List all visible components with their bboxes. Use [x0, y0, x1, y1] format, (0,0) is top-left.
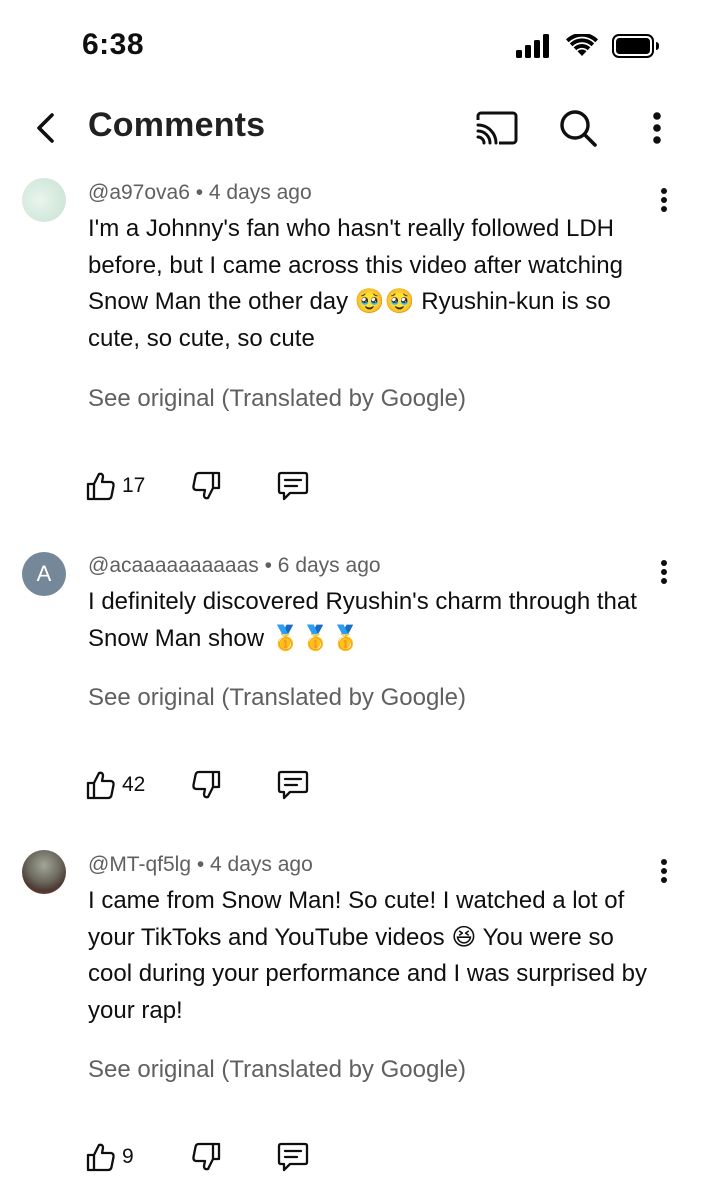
comment-actions: 42	[86, 765, 346, 805]
comment-text: I definitely discovered Ryushin's charm …	[88, 588, 637, 652]
more-vert-icon	[653, 112, 661, 144]
thumbs-down-icon	[192, 770, 221, 799]
thumbs-up-icon	[86, 771, 115, 800]
reply-button[interactable]	[274, 767, 312, 803]
more-vert-icon	[661, 188, 667, 212]
more-vert-icon	[661, 859, 667, 883]
comment-meta[interactable]: @acaaaaaaaaaas • 6 days ago	[88, 554, 381, 578]
reply-button[interactable]	[274, 1139, 312, 1175]
more-vert-icon	[661, 560, 667, 584]
cast-icon	[476, 111, 518, 145]
back-button[interactable]	[26, 106, 66, 150]
comment-meta[interactable]: @MT-qf5lg • 4 days ago	[88, 853, 313, 877]
status-time: 6:38	[82, 28, 145, 61]
like-count: 17	[122, 474, 146, 497]
reply-comment-icon	[277, 770, 309, 800]
cast-button[interactable]	[474, 108, 520, 148]
comment-text: I'm a Johnny's fan who hasn't really fol…	[88, 215, 623, 352]
more-options-button[interactable]	[640, 106, 674, 150]
comment-text: I came from Snow Man! So cute! I watched…	[88, 887, 647, 1024]
battery-icon	[612, 34, 660, 63]
back-icon	[37, 113, 54, 143]
signal-icon	[516, 34, 552, 63]
avatar[interactable]: A	[22, 552, 66, 596]
see-original-link[interactable]: See original (Translated by Google)	[88, 684, 466, 712]
comment-meta[interactable]: @a97ova6 • 4 days ago	[88, 181, 312, 205]
thumbs-down-icon	[192, 471, 221, 500]
search-icon	[560, 110, 597, 147]
status-icons	[516, 32, 660, 63]
thumbs-up-icon	[86, 1143, 115, 1172]
like-count: 42	[122, 773, 146, 796]
avatar[interactable]	[22, 178, 66, 222]
see-original-link[interactable]: See original (Translated by Google)	[88, 1056, 466, 1084]
page-title: Comments	[88, 106, 266, 144]
comment-actions: 9	[86, 1137, 346, 1177]
comment-actions: 17	[86, 466, 346, 506]
reply-button[interactable]	[274, 468, 312, 504]
see-original-link[interactable]: See original (Translated by Google)	[88, 385, 466, 413]
status-bar: 6:38	[0, 0, 708, 96]
like-button[interactable]: 42	[86, 765, 145, 805]
top-bar: Comments	[0, 96, 708, 160]
wifi-icon	[566, 32, 598, 63]
avatar[interactable]	[22, 850, 66, 894]
search-button[interactable]	[556, 106, 600, 150]
like-button[interactable]: 17	[86, 466, 145, 506]
dislike-button[interactable]	[188, 468, 224, 504]
dislike-button[interactable]	[188, 1139, 224, 1175]
thumbs-up-icon	[86, 472, 115, 501]
thumbs-down-icon	[192, 1142, 221, 1171]
reply-comment-icon	[277, 1142, 309, 1172]
dislike-button[interactable]	[188, 767, 224, 803]
like-button[interactable]: 9	[86, 1137, 134, 1177]
like-count: 9	[122, 1145, 134, 1168]
reply-comment-icon	[277, 471, 309, 501]
